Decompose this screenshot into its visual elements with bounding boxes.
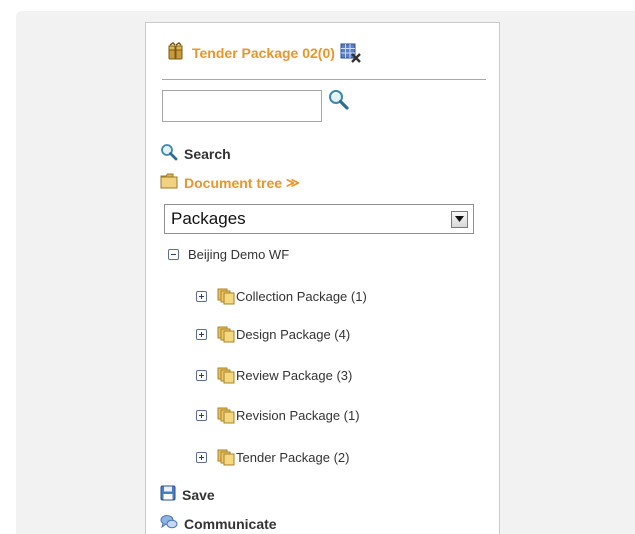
packages-select[interactable]: Packages bbox=[164, 204, 474, 234]
chat-bubbles-icon bbox=[160, 514, 178, 533]
tree-item-review-package[interactable]: Review Package (3) bbox=[196, 366, 352, 384]
expand-icon[interactable] bbox=[196, 290, 207, 302]
package-folder-icon bbox=[217, 325, 235, 343]
expand-chevron-icon: ≫ bbox=[286, 174, 300, 190]
save-action[interactable]: Save bbox=[160, 485, 215, 504]
communicate-action[interactable]: Communicate bbox=[160, 514, 277, 533]
package-box-icon bbox=[167, 41, 184, 65]
chevron-down-icon[interactable] bbox=[451, 210, 468, 228]
tree-item-design-package[interactable]: Design Package (4) bbox=[196, 325, 350, 343]
expand-icon[interactable] bbox=[196, 451, 207, 463]
document-tree-toggle[interactable]: Document tree ≫ bbox=[160, 173, 300, 192]
search-icon[interactable] bbox=[328, 89, 350, 111]
expand-icon[interactable] bbox=[196, 369, 207, 381]
package-folder-icon bbox=[217, 406, 235, 424]
tree-item-label: Tender Package (2) bbox=[236, 449, 350, 465]
save-label: Save bbox=[182, 486, 215, 503]
package-title[interactable]: Tender Package 02(0) bbox=[192, 45, 335, 61]
expand-icon[interactable] bbox=[196, 328, 207, 340]
search-row bbox=[162, 90, 350, 122]
close-package-icon[interactable] bbox=[340, 43, 362, 63]
packages-select-value: Packages bbox=[171, 209, 246, 228]
tree-item-collection-package[interactable]: Collection Package (1) bbox=[196, 287, 367, 305]
document-tree-label: Document tree bbox=[184, 174, 283, 191]
package-folder-icon bbox=[217, 448, 235, 466]
search-icon bbox=[160, 143, 178, 164]
package-folder-icon bbox=[217, 366, 235, 384]
tree-item-label: Collection Package (1) bbox=[236, 288, 367, 304]
communicate-label: Communicate bbox=[184, 515, 277, 532]
side-panel: Tender Package 02(0) Search Document tre… bbox=[145, 22, 500, 534]
search-label: Search bbox=[184, 145, 231, 162]
folder-open-icon bbox=[160, 173, 178, 192]
tree-root[interactable]: Beijing Demo WF bbox=[168, 247, 289, 262]
search-input[interactable] bbox=[162, 90, 322, 122]
collapse-icon[interactable] bbox=[168, 249, 179, 260]
floppy-disk-icon bbox=[160, 485, 176, 504]
tree-item-label: Review Package (3) bbox=[236, 367, 353, 383]
tree-item-label: Revision Package (1) bbox=[236, 407, 360, 423]
tree-item-revision-package[interactable]: Revision Package (1) bbox=[196, 406, 360, 424]
tree-item-tender-package[interactable]: Tender Package (2) bbox=[196, 448, 349, 466]
package-header: Tender Package 02(0) bbox=[167, 41, 362, 65]
search-action[interactable]: Search bbox=[160, 143, 231, 164]
header-divider bbox=[162, 79, 486, 80]
expand-icon[interactable] bbox=[196, 409, 207, 421]
tree-item-label: Design Package (4) bbox=[236, 326, 351, 342]
package-folder-icon bbox=[217, 287, 235, 305]
tree-root-label: Beijing Demo WF bbox=[188, 247, 290, 262]
